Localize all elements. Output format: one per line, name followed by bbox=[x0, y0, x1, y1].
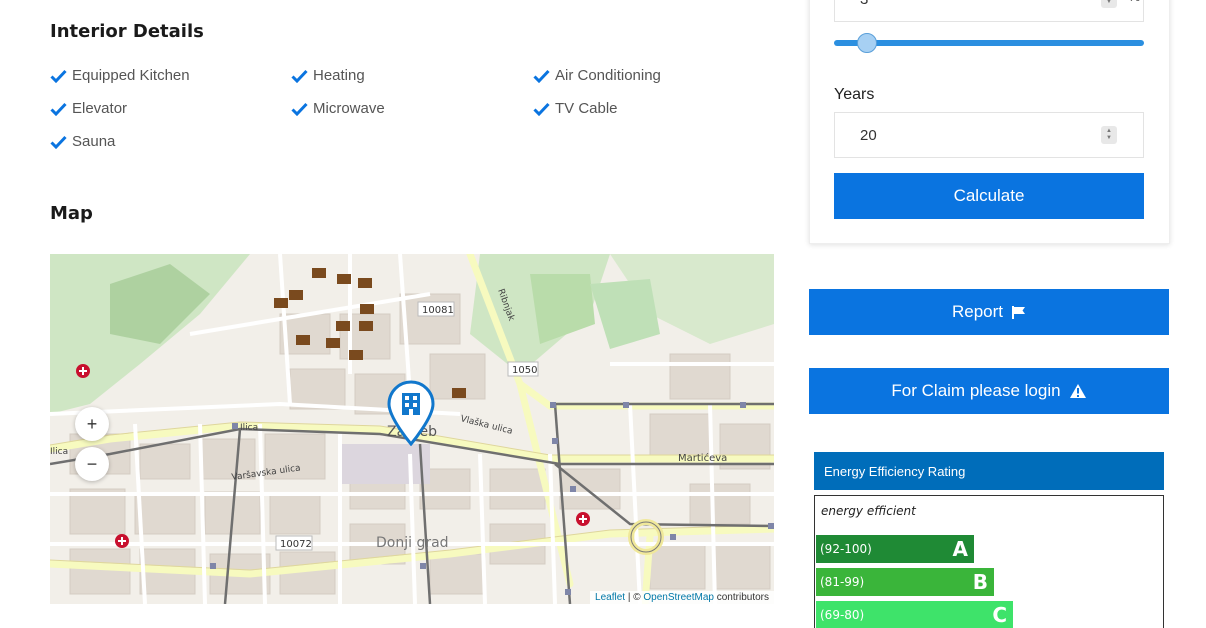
road-label: 1050 bbox=[512, 365, 537, 376]
check-icon bbox=[291, 69, 308, 83]
map-attribution: Leaflet | © OpenStreetMap contributors bbox=[590, 591, 774, 604]
osm-link[interactable]: OpenStreetMap bbox=[643, 592, 714, 603]
energy-band-a: (92-100) A bbox=[816, 535, 974, 563]
check-icon bbox=[50, 102, 67, 116]
report-button[interactable]: Report bbox=[809, 289, 1169, 335]
attribution-separator: | © bbox=[625, 592, 644, 603]
energy-rating-header: Energy Efficiency Rating bbox=[814, 452, 1164, 490]
zoom-out-button[interactable]: − bbox=[75, 447, 109, 481]
leaflet-link[interactable]: Leaflet bbox=[595, 592, 625, 603]
feature-item: Air Conditioning bbox=[533, 67, 661, 84]
map-heading: Map bbox=[50, 203, 93, 224]
check-icon bbox=[50, 69, 67, 83]
calculate-button[interactable]: Calculate bbox=[834, 173, 1144, 219]
energy-efficient-label: energy efficient bbox=[821, 504, 916, 518]
feature-label: Air Conditioning bbox=[555, 67, 661, 84]
map-view[interactable]: 10081 1050 10072 Ilica Ilica Varšavska u… bbox=[50, 254, 774, 604]
street-label: Ilica bbox=[240, 423, 258, 433]
years-stepper[interactable]: ▲ ▼ bbox=[1101, 126, 1117, 144]
road-label: 10072 bbox=[280, 539, 312, 550]
check-icon bbox=[533, 102, 550, 116]
report-label: Report bbox=[951, 302, 1004, 321]
street-label: Ilica bbox=[50, 447, 68, 457]
feature-item: Equipped Kitchen bbox=[50, 67, 190, 84]
flag-icon bbox=[1012, 305, 1026, 319]
energy-rating-title: Energy Efficiency Rating bbox=[824, 463, 966, 479]
feature-item: Sauna bbox=[50, 133, 115, 150]
interest-rate-slider[interactable] bbox=[834, 40, 1144, 46]
feature-item: TV Cable bbox=[533, 100, 618, 117]
energy-band-letter: B bbox=[972, 570, 988, 594]
property-marker-pin-icon[interactable] bbox=[386, 380, 436, 446]
feature-item: Elevator bbox=[50, 100, 127, 117]
energy-rating-panel: energy efficient (92-100) A (81-99) B (6… bbox=[814, 495, 1164, 628]
energy-band-c: (69-80) C bbox=[816, 601, 1013, 628]
check-icon bbox=[291, 102, 308, 116]
energy-band-letter: C bbox=[992, 603, 1007, 627]
zoom-in-button[interactable]: + bbox=[75, 407, 109, 441]
feature-item: Heating bbox=[291, 67, 365, 84]
calculate-label: Calculate bbox=[953, 186, 1025, 205]
attribution-contributors: contributors bbox=[713, 592, 769, 603]
feature-label: Equipped Kitchen bbox=[72, 67, 190, 84]
feature-label: Heating bbox=[313, 67, 365, 84]
years-label: Years bbox=[834, 86, 875, 103]
interest-rate-stepper[interactable]: ▲▼ bbox=[1101, 0, 1117, 8]
check-icon bbox=[50, 135, 67, 149]
feature-label: Sauna bbox=[72, 133, 116, 150]
claim-login-button[interactable]: For Claim please login bbox=[809, 368, 1169, 414]
energy-band-letter: A bbox=[952, 537, 968, 561]
feature-label: TV Cable bbox=[555, 100, 618, 117]
interest-rate-value: 3 bbox=[860, 0, 868, 8]
energy-band-range: (81-99) bbox=[820, 575, 865, 589]
years-value: 20 bbox=[860, 126, 877, 144]
feature-label: Microwave bbox=[313, 100, 385, 117]
interest-rate-input[interactable]: 3 ▲▼ bbox=[834, 0, 1144, 22]
check-icon bbox=[533, 69, 550, 83]
energy-band-range: (92-100) bbox=[820, 542, 872, 556]
road-label: 10081 bbox=[422, 305, 454, 316]
page: Interior Details Equipped Kitchen Heatin… bbox=[0, 0, 1206, 628]
feature-label: Elevator bbox=[72, 100, 128, 117]
street-label: Martićeva bbox=[678, 452, 727, 464]
interest-unit: % bbox=[1128, 0, 1140, 4]
district-label: Donji grad bbox=[376, 535, 449, 551]
claim-label: For Claim please login bbox=[891, 381, 1061, 400]
energy-band-b: (81-99) B bbox=[816, 568, 994, 596]
energy-band-range: (69-80) bbox=[820, 608, 865, 622]
feature-item: Microwave bbox=[291, 100, 385, 117]
years-input[interactable]: 20 ▲ ▼ bbox=[834, 112, 1144, 158]
warning-icon bbox=[1069, 384, 1086, 398]
interior-details-heading: Interior Details bbox=[50, 21, 204, 42]
